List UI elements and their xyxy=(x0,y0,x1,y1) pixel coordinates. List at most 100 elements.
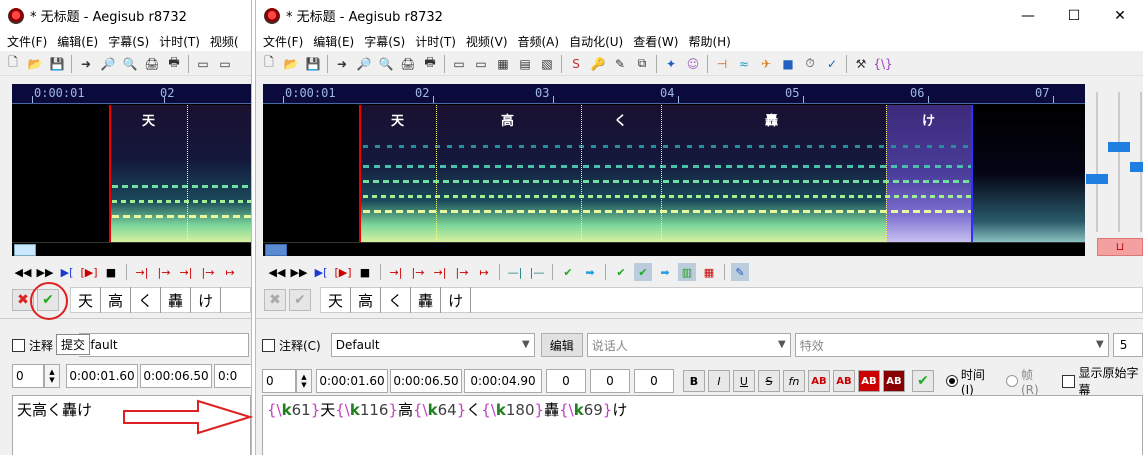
karaoke-divider[interactable] xyxy=(436,105,437,242)
stopwatch-icon[interactable]: ⏱ xyxy=(801,55,819,73)
paste-over-icon[interactable]: 🖨 xyxy=(143,55,161,73)
comment-checkbox[interactable] xyxy=(262,338,275,352)
duration-field[interactable]: 0:00:04.90 xyxy=(464,369,542,393)
auto-next-icon[interactable]: ➡ xyxy=(656,263,674,281)
layer-spinner[interactable]: ▲ ▼ xyxy=(44,364,60,388)
video-detach-icon[interactable]: ▭ xyxy=(216,55,234,73)
karaoke-syllable[interactable]: け xyxy=(441,287,472,313)
duration-field[interactable]: 0:0 xyxy=(214,364,251,388)
find-icon[interactable]: 🔎 xyxy=(99,55,117,73)
karaoke-syllable[interactable]: 天 xyxy=(321,287,352,313)
margin-vertical-field[interactable]: 0 xyxy=(634,369,674,393)
audio-display[interactable]: 0:00:01 02 03 04 05 06 07 天 高 く 轟 け xyxy=(263,84,1085,256)
paste-over-icon[interactable]: 🖨 xyxy=(399,55,417,73)
play-after-start-icon[interactable]: |→ xyxy=(409,263,427,281)
menu-subtitle[interactable]: 字幕(S) xyxy=(359,33,410,50)
audio-display[interactable]: 0:00:01 02 天 xyxy=(12,84,251,256)
karaoke-syllable[interactable]: く xyxy=(381,287,412,313)
scroll-thumb[interactable] xyxy=(265,244,287,256)
menu-edit[interactable]: 编辑(E) xyxy=(308,33,359,50)
goto-next-icon[interactable]: ➡ xyxy=(581,263,599,281)
menu-automation[interactable]: 自动化(U) xyxy=(564,33,628,50)
play-selection-icon[interactable]: ▶[ xyxy=(312,263,330,281)
translation-assistant-icon[interactable]: ≈ xyxy=(735,55,753,73)
menu-help[interactable]: 帮助(H) xyxy=(683,33,735,50)
auto-scroll-icon[interactable]: ✔ xyxy=(634,263,652,281)
video-icon[interactable]: ▭ xyxy=(194,55,212,73)
find-replace-icon[interactable]: 🔍 xyxy=(377,55,395,73)
prev-line-icon[interactable]: ◀◀ xyxy=(268,263,286,281)
attachments-icon[interactable]: 🔑 xyxy=(589,55,607,73)
layer-field[interactable]: 0 xyxy=(12,364,44,388)
save-icon[interactable]: 💾 xyxy=(48,55,66,73)
secondary-color-button[interactable]: AB xyxy=(832,370,855,392)
audio-scrollbar[interactable] xyxy=(263,242,1085,256)
lead-out-icon[interactable]: |— xyxy=(528,263,546,281)
subtitle-text-area[interactable]: {\k61}天{\k116}高{\k64}く{\k180}轟{\k69}け xyxy=(262,395,1143,455)
new-file-icon[interactable]: 🗋 xyxy=(4,55,22,73)
kanji-timer-icon[interactable]: ☺ xyxy=(684,55,702,73)
karaoke-divider[interactable] xyxy=(886,105,887,242)
film-icon[interactable]: ▦ xyxy=(494,55,512,73)
time-radio[interactable] xyxy=(945,375,958,387)
play-to-end-icon[interactable]: ↦ xyxy=(475,263,493,281)
end-time-field[interactable]: 0:00:06.50 xyxy=(140,364,212,388)
karaoke-syllable[interactable]: 轟 xyxy=(161,287,192,313)
jump-icon[interactable]: ➜ xyxy=(333,55,351,73)
timing-post-processor-icon[interactable]: ⊣ xyxy=(713,55,731,73)
play-after-start-icon[interactable]: |→ xyxy=(155,263,173,281)
selection-start-marker[interactable] xyxy=(359,105,361,242)
fish-icon[interactable]: ✈ xyxy=(757,55,775,73)
open-file-icon[interactable]: 📂 xyxy=(26,55,44,73)
find-icon[interactable]: 🔎 xyxy=(355,55,373,73)
link-sliders-button[interactable]: ⊔ xyxy=(1097,238,1143,256)
play-current-icon[interactable]: [▶] xyxy=(80,263,98,281)
play-before-end-icon[interactable]: →| xyxy=(431,263,449,281)
karaoke-syllable[interactable]: 高 xyxy=(351,287,382,313)
play-before-icon[interactable]: →| xyxy=(387,263,405,281)
selection-start-marker[interactable] xyxy=(109,105,111,242)
menu-video[interactable]: 视频(V) xyxy=(461,33,513,50)
commit-check-icon[interactable]: ✔ xyxy=(911,370,934,392)
comment-checkbox[interactable] xyxy=(12,338,25,352)
play-before-icon[interactable]: →| xyxy=(133,263,151,281)
next-line-icon[interactable]: ▶▶ xyxy=(36,263,54,281)
karaoke-syllable[interactable]: 轟 xyxy=(411,287,442,313)
find-replace-icon[interactable]: 🔍 xyxy=(121,55,139,73)
resample-icon[interactable]: ⧉ xyxy=(633,55,651,73)
strikeout-button[interactable]: S xyxy=(757,370,780,392)
style-select[interactable]: efault xyxy=(79,333,250,357)
karaoke-syllable[interactable]: 高 xyxy=(101,287,132,313)
actor-select[interactable]: 说话人 ▼ xyxy=(586,333,791,357)
horizontal-zoom-thumb[interactable] xyxy=(1086,174,1108,184)
spellcheck-icon[interactable]: ✓ xyxy=(823,55,841,73)
commit-icon[interactable]: ✔ xyxy=(559,263,577,281)
spectrum-mode-icon[interactable]: ▥ xyxy=(678,263,696,281)
commit-karaoke-icon[interactable]: ✔ xyxy=(289,289,311,311)
start-time-field[interactable]: 0:00:01.60 xyxy=(66,364,138,388)
options-tools-icon[interactable]: ⚒ xyxy=(852,55,870,73)
play-after-end-icon[interactable]: |→ xyxy=(199,263,217,281)
start-time-field[interactable]: 0:00:01.60 xyxy=(316,369,388,393)
prev-line-icon[interactable]: ◀◀ xyxy=(14,263,32,281)
stop-square-icon[interactable]: ■ xyxy=(779,55,797,73)
lead-in-icon[interactable]: —| xyxy=(506,263,524,281)
play-selection-icon[interactable]: ▶[ xyxy=(58,263,76,281)
stop-icon[interactable]: ■ xyxy=(356,263,374,281)
new-file-icon[interactable]: 🗋 xyxy=(260,55,278,73)
vertical-zoom-thumb[interactable] xyxy=(1108,142,1130,152)
char-count-field[interactable]: 5 xyxy=(1112,333,1143,357)
play-before-end-icon[interactable]: →| xyxy=(177,263,195,281)
open-file-icon[interactable]: 📂 xyxy=(282,55,300,73)
effect-select[interactable]: 特效 ▼ xyxy=(794,333,1109,357)
karaoke-edit-icon[interactable]: ✎ xyxy=(731,263,749,281)
karaoke-syllable[interactable]: く xyxy=(131,287,162,313)
margin-right-field[interactable]: 0 xyxy=(590,369,630,393)
italic-button[interactable]: I xyxy=(707,370,730,392)
layer-field[interactable]: 0 xyxy=(262,369,296,393)
play-current-icon[interactable]: [▶] xyxy=(334,263,352,281)
menu-audio[interactable]: 音频(A) xyxy=(513,33,565,50)
style-select[interactable]: Default ▼ xyxy=(330,333,535,357)
end-time-field[interactable]: 0:00:06.50 xyxy=(390,369,462,393)
karaoke-mode-icon[interactable]: ▦ xyxy=(700,263,718,281)
